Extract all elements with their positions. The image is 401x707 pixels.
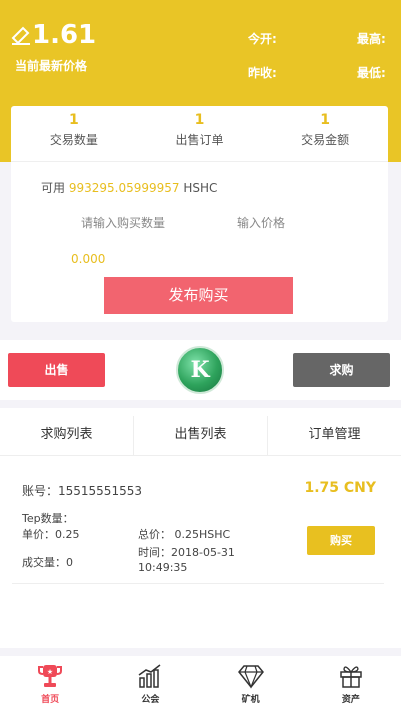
stats-row: 1 交易数量 1 出售订单 1 交易金额 [11,106,388,162]
high-label: 最高: [357,32,386,46]
available-balance: 可用 993295.05999957 HSHC [41,179,217,196]
chart-icon [138,664,161,688]
k-logo: K [176,346,224,394]
nav-assets[interactable]: 资产 [301,656,401,707]
latest-price-label: 当前最新价格 [15,59,88,73]
trophy-icon: ★ [38,665,63,687]
svg-text:★: ★ [47,668,53,676]
tab-sell-list[interactable]: 出售列表 [133,416,268,455]
order-unit-price: 单价：0.25 [22,528,80,541]
gift-icon [340,666,362,688]
nav-label: 资产 [341,695,360,705]
available-prefix: 可用 [41,181,66,195]
stat-label: 交易数量 [49,133,98,147]
stat-trade-qty: 1 交易数量 [11,106,137,161]
publish-buy-button[interactable]: 发布购买 [104,277,293,314]
stat-sell-orders: 1 出售订单 [137,106,263,161]
nav-home[interactable]: ★ 首页 [0,656,100,707]
order-account: 账号：15515551553 [22,484,142,498]
available-unit: HSHC [183,181,218,195]
nav-label: 矿机 [241,695,260,705]
tab-order-management[interactable]: 订单管理 [268,416,401,455]
nav-guild[interactable]: 公会 [100,656,200,707]
sell-button[interactable]: 出售 [8,353,105,387]
stat-value: 1 [194,112,205,128]
stat-label: 出售订单 [175,133,224,147]
buy-request-button[interactable]: 求购 [293,353,390,387]
order-time-clock: 10:49:35 [138,561,188,574]
low-label: 最低: [357,66,386,80]
buy-price-input[interactable]: 输入价格 [237,214,285,231]
order-deal-qty: 成交量：0 [22,556,73,569]
buy-quantity-input[interactable]: 请输入购买数量 [81,214,165,231]
nav-label: 首页 [41,695,60,705]
price-tag-icon [11,26,30,45]
action-bar: 出售 K 求购 [0,340,401,400]
order-price: 1.75 CNY [304,480,376,496]
stat-label: 交易金额 [301,133,350,147]
order-tep-qty: Tep数量： [22,512,74,525]
latest-price: 1.61 [32,20,97,50]
stat-value: 1 [68,112,79,128]
order-total-price: 总价： 0.25HSHC [138,528,231,541]
list-tabs: 求购列表 出售列表 订单管理 [0,416,401,456]
trade-card: 1 交易数量 1 出售订单 1 交易金额 可用 993295.05999957 … [11,106,388,322]
bottom-nav: ★ 首页 公会 矿机 资产 [0,656,401,707]
stat-value: 1 [320,112,331,128]
available-amount: 993295.05999957 [68,181,180,195]
tab-buy-list[interactable]: 求购列表 [0,416,133,455]
order-list-panel: 求购列表 出售列表 订单管理 账号：15515551553 1.75 CNY T… [0,408,401,648]
nav-label: 公会 [141,695,160,705]
order-buy-button[interactable]: 购买 [307,526,375,555]
nav-miner[interactable]: 矿机 [201,656,301,707]
total-value: 0.000 [71,252,106,266]
list-item: 账号：15515551553 1.75 CNY Tep数量： 单价：0.25 总… [12,468,384,584]
order-time: 时间：2018-05-31 [138,546,235,559]
stat-trade-amount: 1 交易金额 [262,106,388,161]
open-label: 今开: [248,32,277,46]
prev-close-label: 昨收: [248,66,277,80]
diamond-icon [237,665,264,689]
